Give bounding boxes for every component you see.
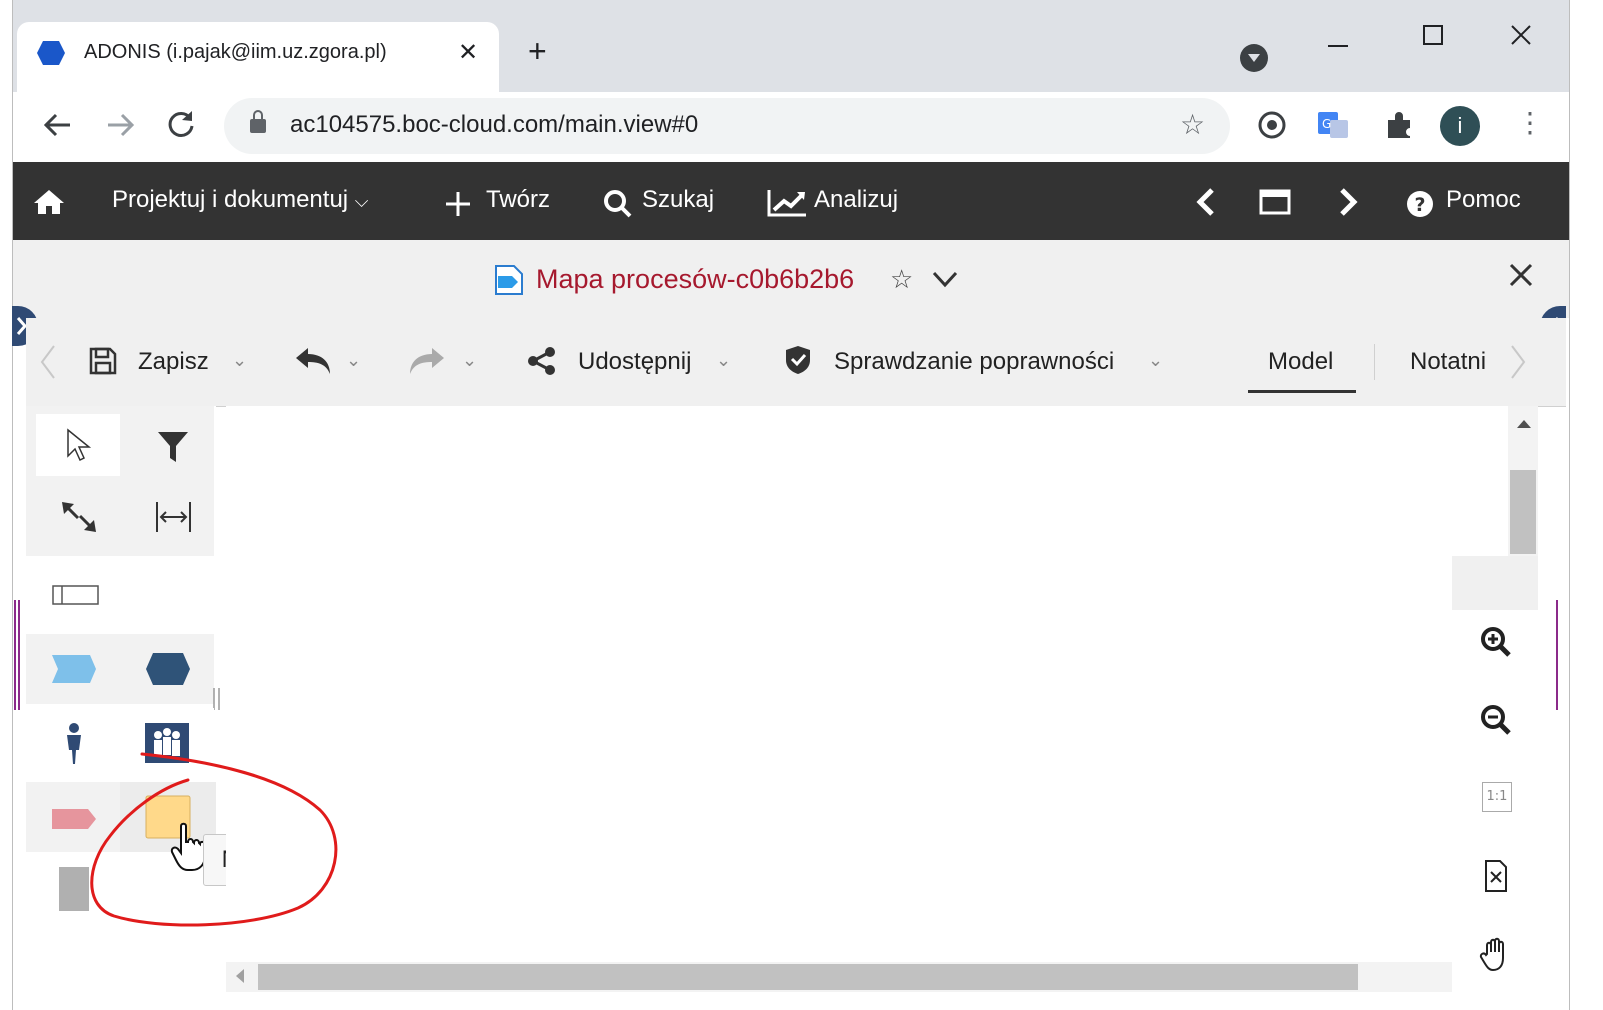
- url-text[interactable]: ac104575.boc-cloud.com/main.view#0: [290, 111, 698, 139]
- save-icon[interactable]: [88, 346, 118, 376]
- zoom-out-icon[interactable]: [1478, 702, 1514, 738]
- help-icon[interactable]: ?: [1406, 190, 1434, 218]
- process-shape-icon[interactable]: [50, 652, 98, 686]
- zoom-one-to-one-button[interactable]: 1:1: [1482, 782, 1512, 812]
- right-panel-grip[interactable]: [1556, 600, 1562, 710]
- maximize-button[interactable]: [1402, 14, 1462, 58]
- nav-design-document-label: Projektuj i dokumentuj: [112, 186, 349, 213]
- swimlane-shape-icon[interactable]: [52, 584, 100, 606]
- extension-circle-icon[interactable]: [1256, 108, 1288, 142]
- model-canvas[interactable]: [226, 406, 1508, 966]
- scroll-right-icon[interactable]: [1508, 342, 1528, 382]
- left-panel-grip[interactable]: [14, 600, 20, 710]
- filter-icon[interactable]: [156, 430, 190, 464]
- close-icon: [1511, 25, 1531, 45]
- nav-design-document[interactable]: Projektuj i dokumentuj ⌵: [112, 186, 368, 214]
- adonis-favicon-icon: [37, 41, 65, 65]
- share-icon[interactable]: [526, 346, 558, 376]
- minimize-button[interactable]: [1306, 14, 1366, 58]
- horizontal-scroll-thumb[interactable]: [258, 964, 1358, 990]
- scroll-left-icon[interactable]: [38, 342, 58, 382]
- redo-icon[interactable]: [406, 344, 446, 376]
- pointer-tool-icon[interactable]: [64, 428, 92, 464]
- profile-avatar[interactable]: i: [1440, 106, 1480, 146]
- lock-icon[interactable]: [250, 110, 266, 133]
- share-button[interactable]: Udostępnij: [578, 348, 691, 376]
- google-translate-icon[interactable]: G: [1316, 108, 1352, 142]
- save-button[interactable]: Zapisz: [138, 348, 209, 376]
- share-dropdown-icon[interactable]: ⌄: [716, 350, 731, 371]
- back-icon[interactable]: [40, 110, 74, 140]
- undo-dropdown-icon[interactable]: ⌄: [346, 350, 361, 371]
- maximize-icon: [1423, 25, 1443, 45]
- red-circle-annotation: [90, 752, 338, 927]
- home-icon[interactable]: [32, 188, 66, 216]
- forward-icon[interactable]: [104, 110, 138, 140]
- nav-help[interactable]: Pomoc: [1446, 186, 1521, 214]
- chart-icon[interactable]: [766, 188, 808, 218]
- end-process-shape-icon[interactable]: [144, 650, 192, 688]
- distribute-icon[interactable]: [154, 500, 194, 534]
- shield-check-icon[interactable]: [784, 344, 812, 376]
- active-tab-indicator: [1248, 390, 1356, 393]
- chevron-down-icon[interactable]: [930, 264, 960, 294]
- tab-title: ADONIS (i.pajak@iim.uz.zgora.pl): [84, 41, 387, 63]
- zoom-panel-header: [1452, 556, 1538, 610]
- undo-icon[interactable]: [294, 344, 334, 376]
- chevron-right-icon[interactable]: [1334, 186, 1362, 218]
- reload-icon[interactable]: [164, 108, 198, 142]
- new-tab-button[interactable]: +: [528, 35, 547, 67]
- tab-notebook[interactable]: Notatni: [1410, 348, 1486, 376]
- nav-create[interactable]: Twórz: [486, 186, 550, 214]
- save-dropdown-icon[interactable]: ⌄: [232, 350, 247, 371]
- search-icon[interactable]: [602, 188, 634, 218]
- fit-page-icon[interactable]: [1478, 858, 1514, 894]
- media-control-icon[interactable]: [1240, 44, 1268, 72]
- favorite-star-icon[interactable]: ☆: [890, 264, 913, 295]
- nav-search[interactable]: Szukaj: [642, 186, 714, 214]
- validation-dropdown-icon[interactable]: ⌄: [1148, 350, 1163, 371]
- close-model-icon[interactable]: [1506, 260, 1536, 290]
- kebab-menu-icon[interactable]: ⋮: [1516, 106, 1544, 139]
- scroll-up-icon[interactable]: [1514, 416, 1534, 432]
- zoom-in-icon[interactable]: [1478, 624, 1514, 660]
- tab-close-icon[interactable]: ✕: [455, 38, 481, 67]
- nav-analyze[interactable]: Analizuj: [814, 186, 898, 214]
- pan-hand-icon[interactable]: [1478, 936, 1514, 972]
- redo-dropdown-icon[interactable]: ⌄: [462, 350, 477, 371]
- vertical-scroll-thumb[interactable]: [1510, 470, 1536, 554]
- plus-icon[interactable]: [442, 190, 474, 218]
- tab-divider: [1374, 344, 1375, 380]
- validation-button[interactable]: Sprawdzanie poprawności: [834, 348, 1114, 376]
- window-icon[interactable]: [1258, 188, 1292, 216]
- svg-text:?: ?: [1415, 194, 1426, 216]
- process-map-icon: [495, 265, 523, 295]
- minimize-icon: [1328, 45, 1348, 47]
- tab-model[interactable]: Model: [1268, 348, 1333, 376]
- bookmark-star-icon[interactable]: ☆: [1180, 108, 1205, 141]
- extensions-puzzle-icon[interactable]: [1384, 108, 1416, 142]
- connector-tool-icon[interactable]: [60, 500, 98, 534]
- scroll-left-arrow-icon[interactable]: [232, 966, 248, 986]
- chevron-left-icon[interactable]: [1192, 186, 1220, 218]
- close-window-button[interactable]: [1490, 14, 1550, 58]
- chevron-down-icon: ⌵: [354, 191, 369, 211]
- model-title[interactable]: Mapa procesów-c0b6b2b6: [536, 264, 854, 295]
- svg-text:G: G: [1322, 117, 1331, 131]
